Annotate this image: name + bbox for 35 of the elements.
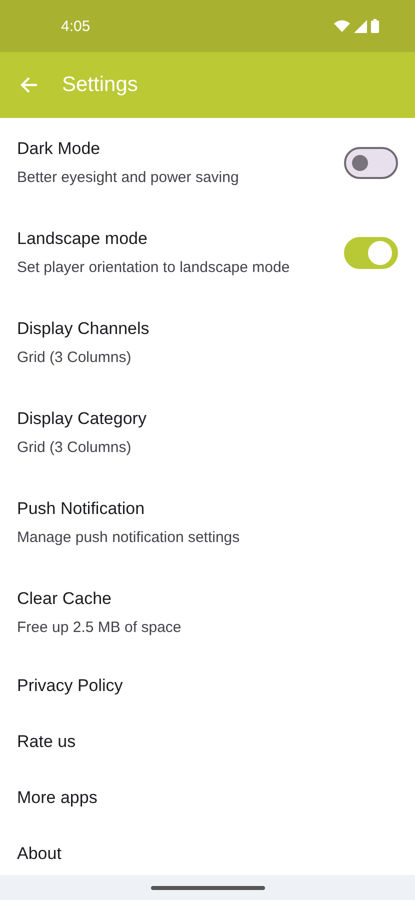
setting-title: Landscape mode [17, 228, 148, 250]
setting-description: Better eyesight and power saving [17, 168, 240, 188]
setting-title: Display Category [17, 408, 148, 430]
setting-description: Set player orientation to landscape mode [17, 258, 291, 278]
setting-title: Display Channels [17, 318, 150, 340]
home-indicator[interactable] [150, 886, 264, 890]
setting-title: About [17, 843, 62, 865]
battery-icon [371, 19, 379, 33]
settings-item[interactable]: More apps [0, 770, 415, 826]
settings-item[interactable]: Display Channels Grid (3 Columns) [0, 298, 415, 388]
setting-title: More apps [17, 787, 98, 809]
setting-title: Push Notification [17, 498, 146, 520]
settings-item[interactable]: Push Notification Manage push notification settings [0, 478, 415, 568]
settings-item[interactable]: Dark Mode Better eyesight and power saving [0, 118, 415, 208]
settings-item[interactable]: Clear Cache Free up 2.5 MB of space [0, 568, 415, 658]
signal-icon [354, 20, 367, 32]
setting-description: Grid (3 Columns) [17, 438, 132, 458]
settings-item[interactable]: Display Category Grid (3 Columns) [0, 388, 415, 478]
wifi-icon [334, 20, 350, 32]
setting-description: Manage push notification settings [17, 528, 241, 548]
settings-item[interactable]: Rate us [0, 714, 415, 770]
setting-description: Free up 2.5 MB of space [17, 618, 182, 638]
setting-title: Rate us [17, 731, 77, 753]
settings-item[interactable]: Privacy Policy [0, 658, 415, 714]
setting-title: Dark Mode [17, 138, 102, 160]
toggle-switch[interactable] [344, 237, 398, 269]
settings-item[interactable]: Landscape mode Set player orientation to landscape mode [0, 208, 415, 298]
back-arrow-icon [19, 75, 39, 95]
settings-item[interactable]: About [0, 826, 415, 875]
setting-title: Clear Cache [17, 588, 112, 610]
setting-description: Grid (3 Columns) [17, 348, 132, 368]
screen-title: Settings [62, 73, 138, 97]
setting-title: Privacy Policy [17, 675, 124, 697]
status-time: 4:05 [61, 18, 90, 34]
toggle-switch[interactable] [344, 147, 398, 179]
